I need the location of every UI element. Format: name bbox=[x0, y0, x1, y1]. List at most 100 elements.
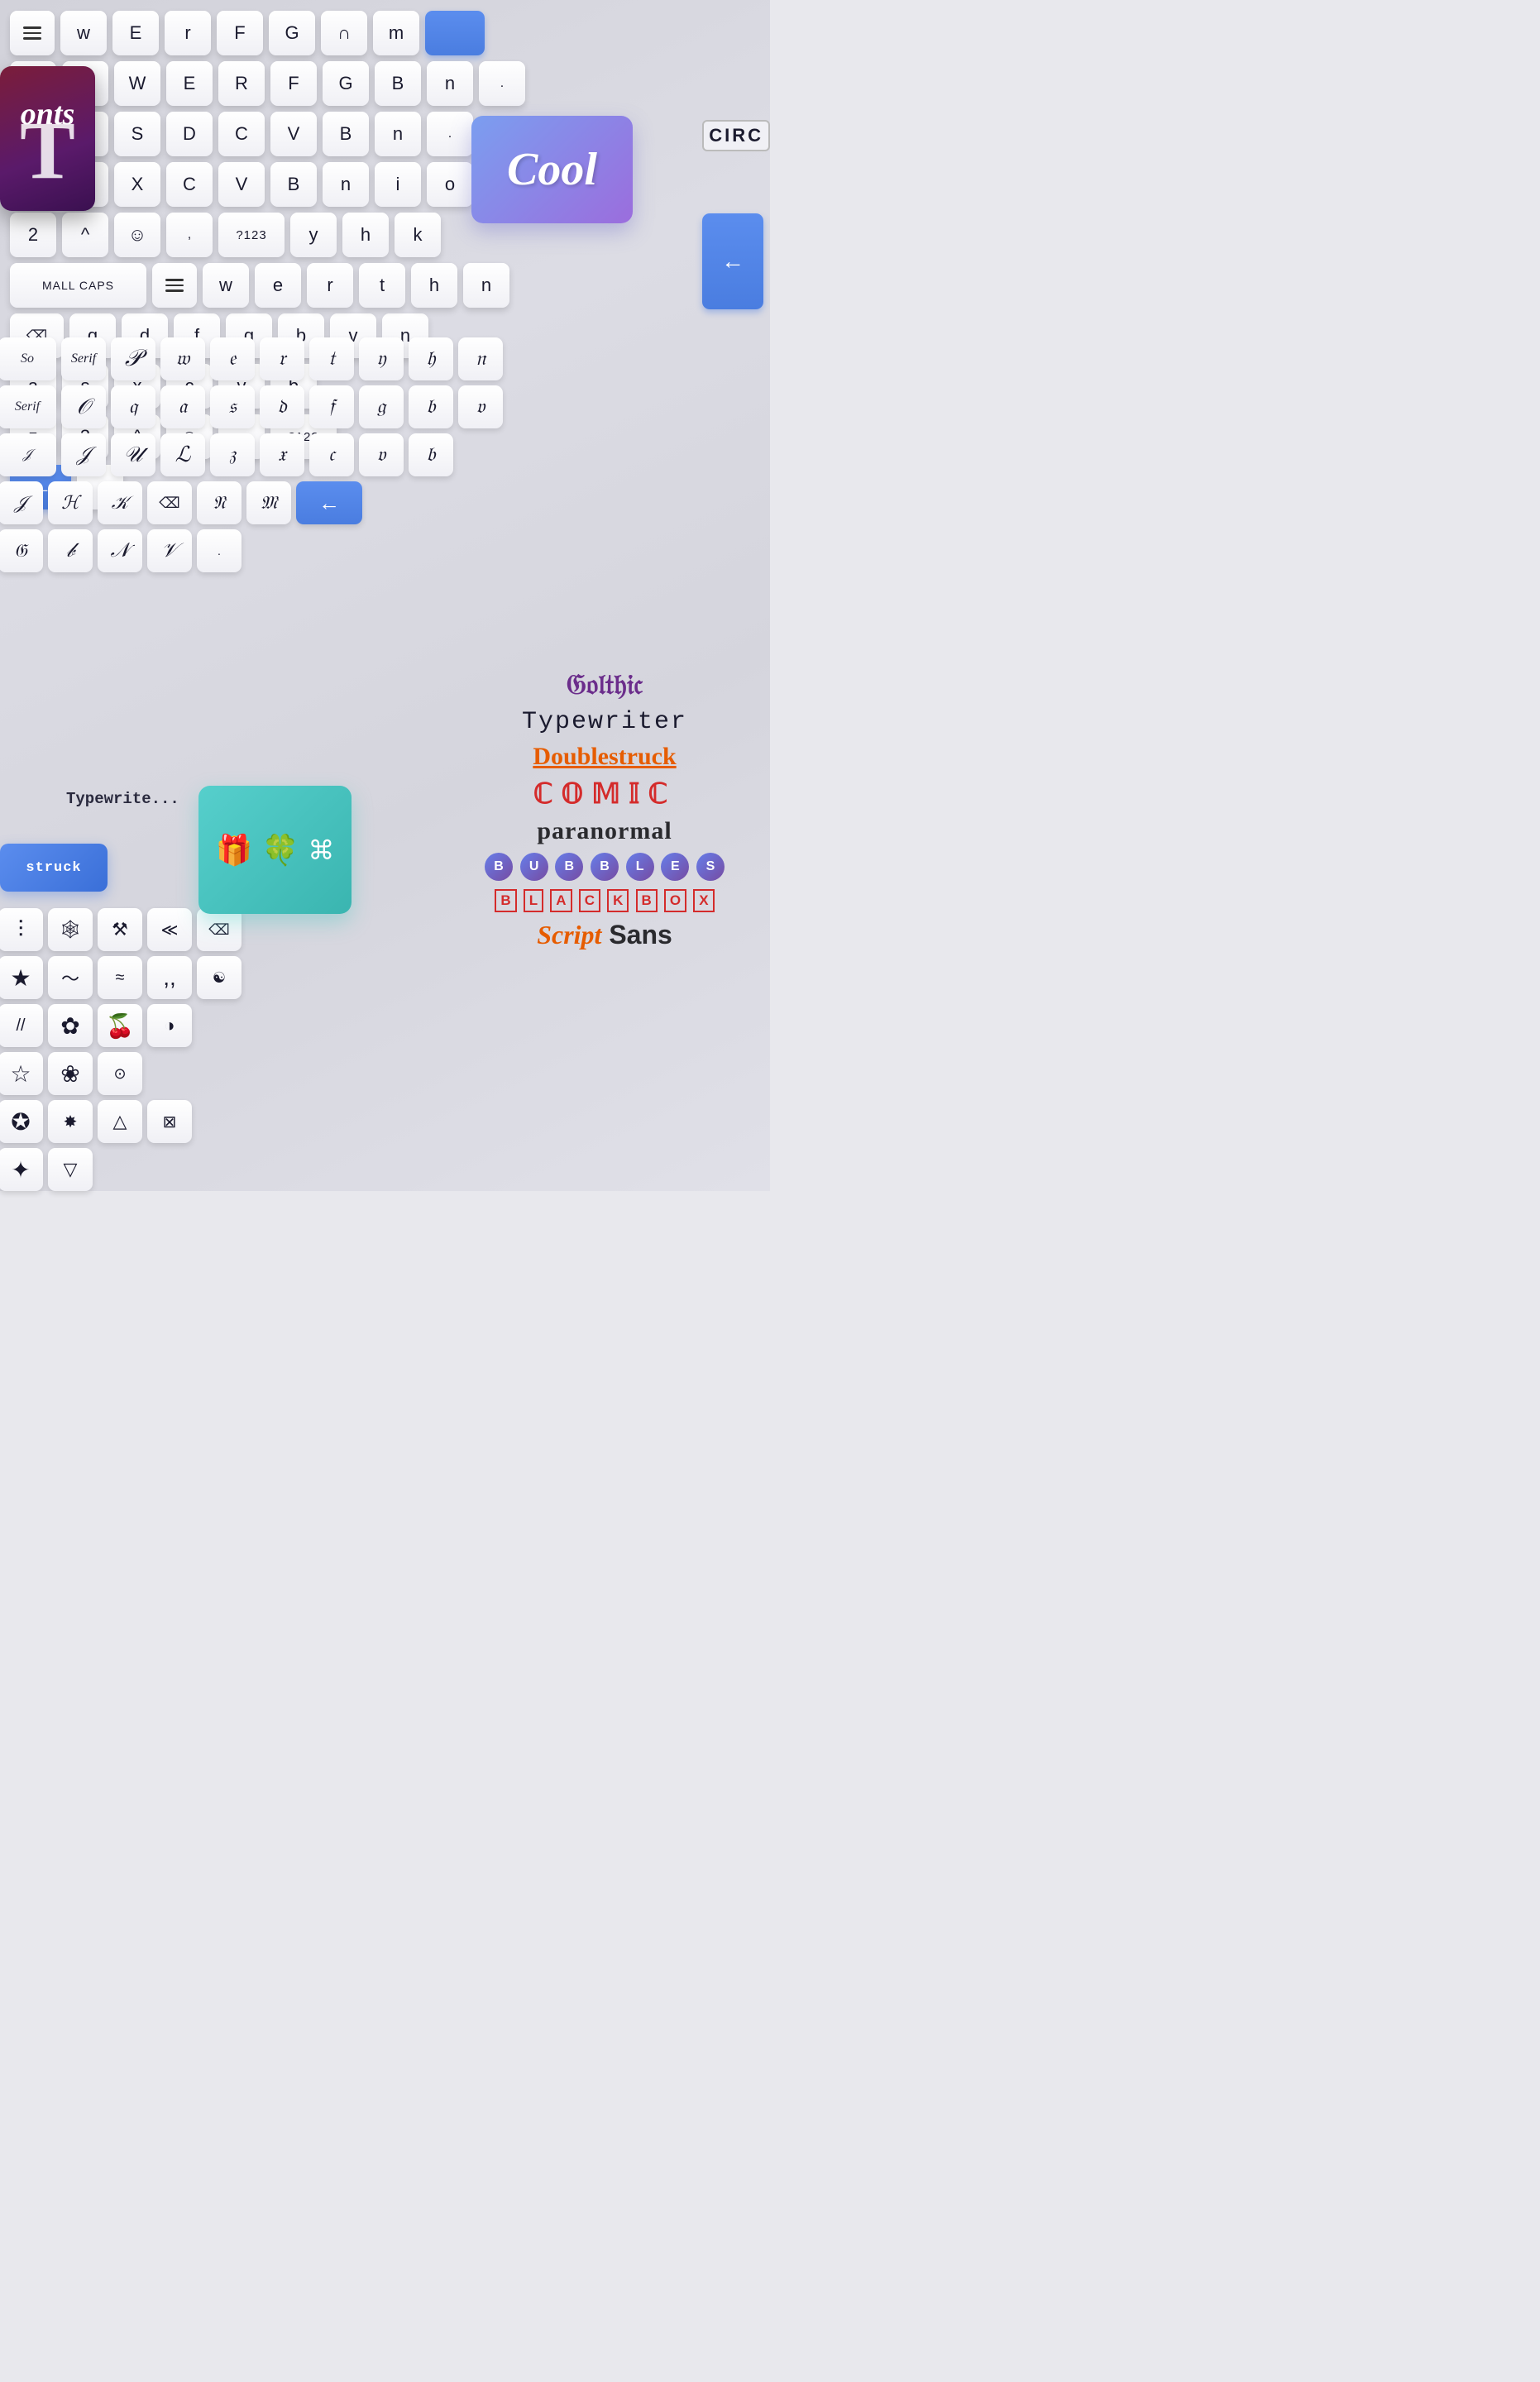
key-r[interactable]: r bbox=[165, 11, 211, 55]
key-gothic-b2[interactable]: 𝔟 bbox=[409, 433, 453, 476]
key-gothic-d[interactable]: 𝔡 bbox=[260, 385, 304, 428]
key-h[interactable]: h bbox=[342, 213, 389, 257]
key-gothic-v3[interactable]: 𝒱 bbox=[147, 529, 192, 572]
key-gothic-O[interactable]: 𝒪 bbox=[61, 385, 106, 428]
key-G2[interactable]: G bbox=[323, 61, 369, 106]
key-sym-cherry[interactable]: 🍒 bbox=[98, 1004, 142, 1047]
key-gothic-dot[interactable]: . bbox=[197, 529, 242, 572]
key-sym-swirl2[interactable]: ≈ bbox=[98, 956, 142, 999]
key-sym-crossbox[interactable]: ⊠ bbox=[147, 1100, 192, 1143]
key-sym-yin[interactable]: ☯ bbox=[197, 956, 242, 999]
key-backspace-gothic[interactable]: ⌫ bbox=[147, 481, 192, 524]
key-sym-arrow3[interactable]: ≪ bbox=[147, 908, 192, 951]
key-m[interactable]: m bbox=[373, 11, 419, 55]
key-o[interactable]: o bbox=[427, 162, 473, 207]
key-h2[interactable]: h bbox=[411, 263, 457, 308]
key-n4[interactable]: n bbox=[463, 263, 509, 308]
key-E[interactable]: E bbox=[112, 11, 159, 55]
key-w[interactable]: w bbox=[60, 11, 107, 55]
key-y[interactable]: y bbox=[290, 213, 337, 257]
key-gothic-t[interactable]: 𝔱 bbox=[309, 337, 354, 380]
key-gothic-B3[interactable]: 𝒷 bbox=[48, 529, 93, 572]
key-sym-half-circle[interactable]: ◑ bbox=[147, 1004, 192, 1047]
key-backspace-1[interactable]: ← bbox=[702, 213, 763, 309]
key-gothic-c[interactable]: 𝔠 bbox=[309, 433, 354, 476]
key-mall-caps[interactable]: MALL CAPS bbox=[10, 263, 146, 308]
key-R[interactable]: R bbox=[218, 61, 265, 106]
key-sym-comma-double[interactable]: ,, bbox=[147, 956, 192, 999]
key-G[interactable]: G bbox=[269, 11, 315, 55]
key-sym-triangle[interactable]: △ bbox=[98, 1100, 142, 1143]
key-hamburger[interactable] bbox=[10, 11, 55, 55]
key-C[interactable]: C bbox=[218, 112, 265, 156]
key-n3[interactable]: n bbox=[323, 162, 369, 207]
key-gothic-z[interactable]: 𝔷 bbox=[210, 433, 255, 476]
key-F[interactable]: F bbox=[217, 11, 263, 55]
key-gothic-e[interactable]: 𝔢 bbox=[210, 337, 255, 380]
font-paranormal[interactable]: paranormal bbox=[472, 817, 737, 845]
key-gothic-P[interactable]: 𝒫 bbox=[111, 337, 155, 380]
key-serif-3[interactable]: Serif bbox=[0, 385, 56, 428]
key-w2[interactable]: w bbox=[203, 263, 249, 308]
key-S[interactable]: S bbox=[114, 112, 160, 156]
key-B2[interactable]: B bbox=[323, 112, 369, 156]
key-i[interactable]: i bbox=[375, 162, 421, 207]
key-sym-star[interactable]: ★ bbox=[0, 956, 43, 999]
key-sym-flower2[interactable]: ❀ bbox=[48, 1052, 93, 1095]
key-sym-triangle2[interactable]: ▽ bbox=[48, 1148, 93, 1191]
key-gothic-s[interactable]: 𝔰 bbox=[210, 385, 255, 428]
key-e2[interactable]: e bbox=[255, 263, 301, 308]
key-sym-swirl1[interactable]: 〜 bbox=[48, 956, 93, 999]
key-serif-1[interactable]: So bbox=[0, 337, 56, 380]
key-V[interactable]: V bbox=[270, 112, 317, 156]
key-gothic-f[interactable]: 𝔣 bbox=[309, 385, 354, 428]
key-gothic-y[interactable]: 𝔶 bbox=[359, 337, 404, 380]
key-hamburger2[interactable] bbox=[152, 263, 197, 308]
key-gothic-K[interactable]: 𝒦 bbox=[98, 481, 142, 524]
key-sym-thorn[interactable]: ⚒ bbox=[98, 908, 142, 951]
key-serif-2[interactable]: Serif bbox=[61, 337, 106, 380]
key-gothic-I[interactable]: 𝒥 bbox=[61, 433, 106, 476]
key-enter-gothic[interactable]: ← bbox=[296, 481, 362, 524]
key-gothic-J[interactable]: 𝒥 bbox=[0, 481, 43, 524]
font-gothic[interactable]: 𝔊𝔬𝔩𝔱𝔥𝔦𝔠 bbox=[472, 670, 737, 701]
key-sym-flower1[interactable]: ✿ bbox=[48, 1004, 93, 1047]
key-sym-flower3[interactable]: ✸ bbox=[48, 1100, 93, 1143]
key-W[interactable]: W bbox=[114, 61, 160, 106]
key-gothic-H[interactable]: ℋ bbox=[48, 481, 93, 524]
key-X[interactable]: X bbox=[114, 162, 160, 207]
font-blackbox[interactable]: B L A C K B O X bbox=[472, 888, 737, 913]
key-C2[interactable]: C bbox=[166, 162, 213, 207]
key-dot1[interactable]: . bbox=[479, 61, 525, 106]
key-gothic-N2[interactable]: 𝒩 bbox=[98, 529, 142, 572]
key-sym-person[interactable]: 🕸 bbox=[48, 908, 93, 951]
key-sym-circle-lines[interactable]: ⊙ bbox=[98, 1052, 142, 1095]
font-bubbles[interactable]: B U B B L E S bbox=[472, 852, 737, 882]
key-q123-1[interactable]: ?123 bbox=[218, 213, 285, 257]
key-smile[interactable]: ☺ bbox=[114, 213, 160, 257]
font-typewriter[interactable]: Typewriter bbox=[472, 708, 737, 736]
key-gothic-L[interactable]: ℒ bbox=[160, 433, 205, 476]
key-gothic-b[interactable]: 𝔟 bbox=[409, 385, 453, 428]
key-sym-double-slash[interactable]: // bbox=[0, 1004, 43, 1047]
font-script-sans[interactable]: Script Sans bbox=[472, 920, 737, 950]
key-t[interactable]: t bbox=[359, 263, 405, 308]
key-gothic-w[interactable]: 𝔴 bbox=[160, 337, 205, 380]
key-sym-star3[interactable]: ✦ bbox=[0, 1148, 43, 1191]
key-gothic-n[interactable]: 𝔫 bbox=[458, 337, 503, 380]
key-gothic-h[interactable]: 𝔥 bbox=[409, 337, 453, 380]
key-sym-backspace[interactable]: ⌫ bbox=[197, 908, 242, 951]
key-n2[interactable]: n bbox=[375, 112, 421, 156]
key-gothic-M[interactable]: 𝔐 bbox=[246, 481, 291, 524]
key-gothic-r[interactable]: 𝔯 bbox=[260, 337, 304, 380]
key-sym-skull[interactable]: ✪ bbox=[0, 1100, 43, 1143]
font-doublestruck[interactable]: Doublestruck bbox=[472, 743, 737, 771]
key-sym-star2[interactable]: ☆ bbox=[0, 1052, 43, 1095]
key-F2[interactable]: F bbox=[270, 61, 317, 106]
key-cap-union[interactable]: ∩ bbox=[321, 11, 367, 55]
key-r2[interactable]: r bbox=[307, 263, 353, 308]
key-sym-triple-slash[interactable]: ⫶ bbox=[0, 908, 43, 951]
key-n[interactable]: n bbox=[427, 61, 473, 106]
key-k[interactable]: k bbox=[395, 213, 441, 257]
key-2[interactable]: 2 bbox=[10, 213, 56, 257]
